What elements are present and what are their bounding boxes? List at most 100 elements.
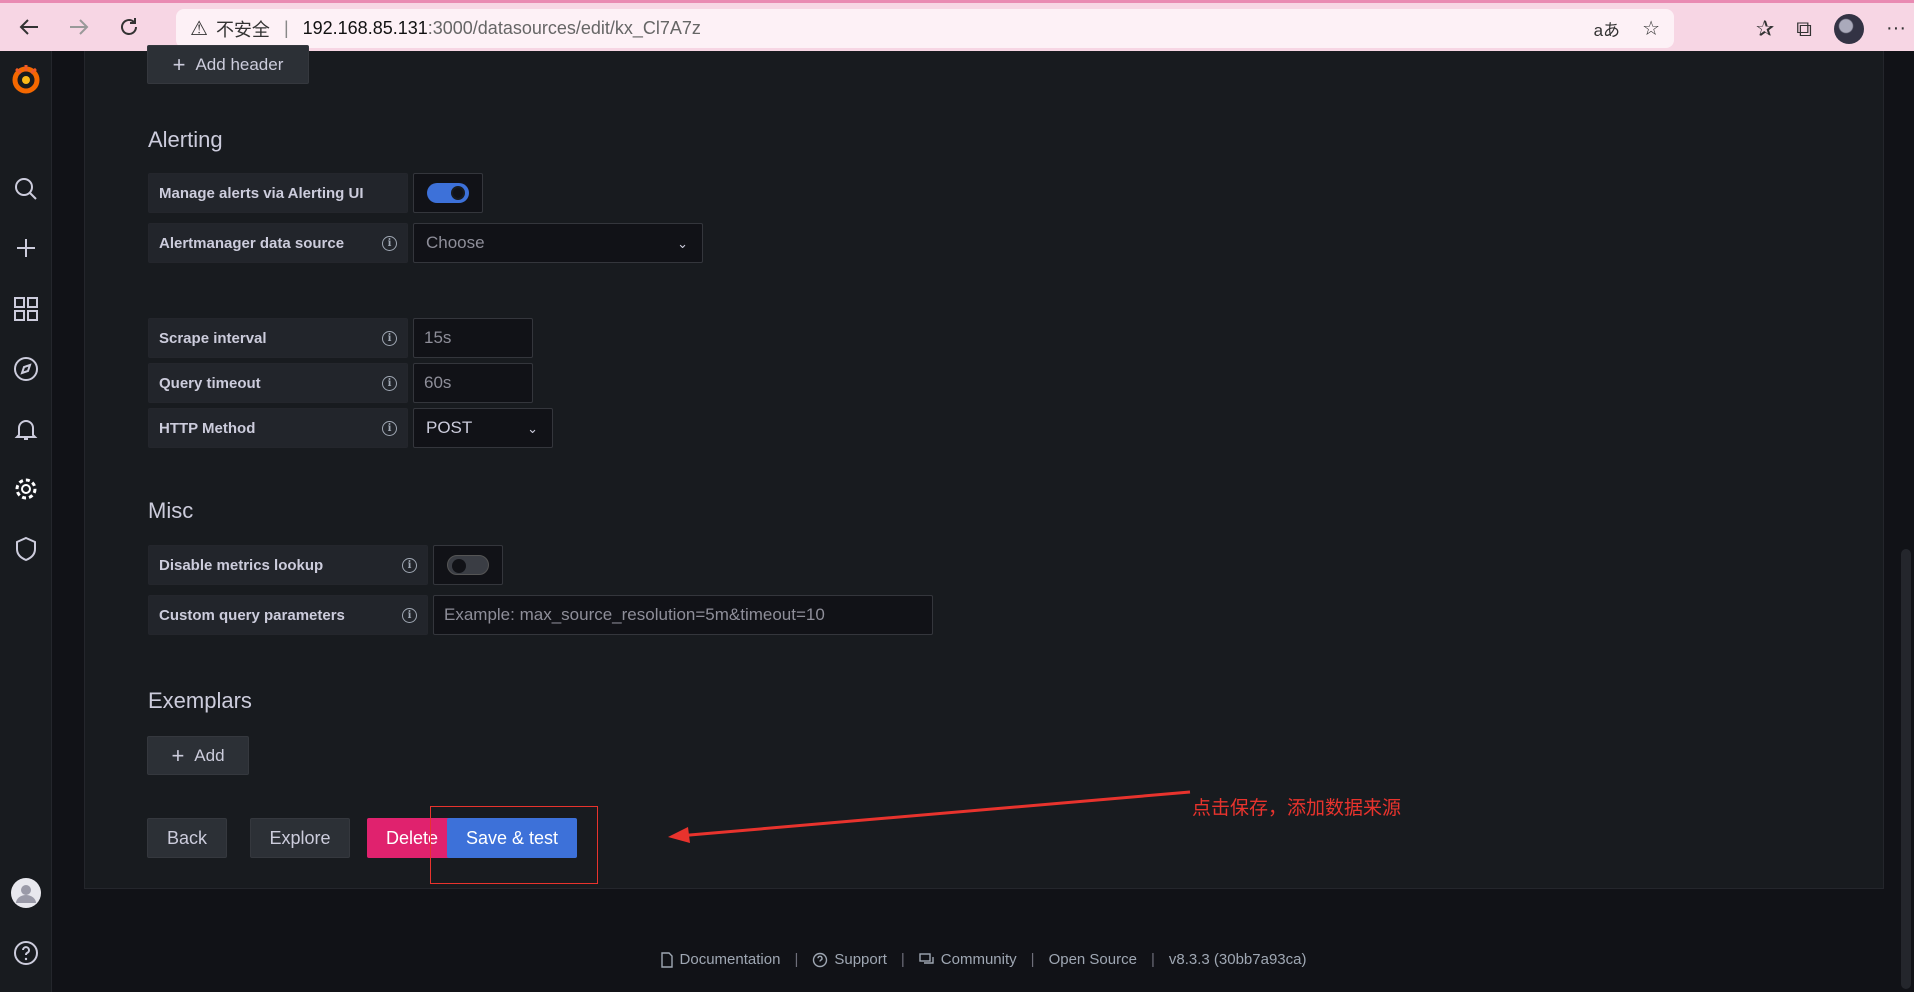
http-method-label: HTTP Method i	[148, 408, 408, 448]
documentation-link[interactable]: Documentation	[660, 951, 781, 968]
info-icon[interactable]: i	[382, 376, 397, 391]
explore-button-label: Explore	[269, 827, 331, 848]
disable-metrics-lookup-label: Disable metrics lookup i	[148, 545, 428, 585]
info-icon[interactable]: i	[402, 558, 417, 573]
plus-icon[interactable]	[0, 236, 52, 260]
disable-metrics-lookup-label-text: Disable metrics lookup	[159, 556, 324, 574]
support-link[interactable]: Support	[812, 951, 887, 968]
address-separator: |	[283, 18, 289, 38]
grafana-sidebar	[0, 51, 52, 992]
exemplars-section-title: Exemplars	[148, 688, 252, 713]
http-method-value: POST	[426, 418, 473, 437]
custom-query-parameters-input[interactable]: Example: max_source_resolution=5m&timeou…	[433, 595, 933, 635]
query-timeout-placeholder: 60s	[424, 373, 452, 392]
address-bar[interactable]: ⚠ 不安全 | 192.168.85.131:3000/datasources/…	[176, 9, 1674, 48]
collections-icon[interactable]: ⧉	[1796, 16, 1812, 42]
configuration-gear-icon[interactable]	[0, 476, 52, 502]
chevron-down-icon: ⌄	[677, 236, 688, 251]
warning-icon: ⚠	[190, 18, 208, 40]
datasource-settings-panel: + Add header Alerting Manage alerts via …	[84, 45, 1884, 889]
plus-icon: +	[171, 742, 185, 768]
query-timeout-label-text: Query timeout	[159, 374, 261, 392]
back-button-label: Back	[166, 827, 208, 848]
info-icon[interactable]: i	[382, 236, 397, 251]
footer-separator: |	[1030, 951, 1035, 968]
annotation-text: 点击保存，添加数据来源	[1192, 797, 1402, 819]
toggle-off-switch	[447, 555, 489, 575]
http-method-label-text: HTTP Method	[159, 419, 256, 437]
version-info: v8.3.3 (30bb7a93ca)	[1169, 951, 1307, 968]
alertmanager-select[interactable]: Choose ⌄	[413, 223, 703, 263]
info-icon[interactable]: i	[382, 421, 397, 436]
alertmanager-label-text: Alertmanager data source	[159, 234, 345, 252]
add-header-label: Add header	[195, 54, 284, 74]
back-button[interactable]: Back	[147, 818, 227, 858]
server-admin-shield-icon[interactable]	[0, 536, 52, 562]
annotation-highlight-box	[430, 806, 598, 884]
add-header-button[interactable]: + Add header	[147, 45, 309, 84]
open-source-link[interactable]: Open Source	[1049, 951, 1137, 968]
more-menu-icon[interactable]: ···	[1886, 17, 1906, 40]
scrape-interval-label: Scrape interval i	[148, 318, 408, 358]
refresh-icon[interactable]	[104, 5, 154, 49]
version-label: v8.3.3 (30bb7a93ca)	[1168, 951, 1307, 968]
dashboards-icon[interactable]	[0, 296, 52, 322]
add-exemplar-button[interactable]: + Add	[147, 736, 249, 775]
community-label: Community	[940, 951, 1017, 968]
explore-compass-icon[interactable]	[0, 356, 52, 382]
grafana-logo-icon[interactable]	[0, 63, 52, 95]
browser-toolbar: ⚠ 不安全 | 192.168.85.131:3000/datasources/…	[0, 0, 1914, 51]
forward-arrow-icon[interactable]	[54, 5, 104, 49]
comments-icon	[919, 952, 934, 964]
support-label: Support	[834, 951, 887, 968]
chevron-down-icon: ⌄	[527, 421, 538, 436]
http-method-select[interactable]: POST ⌄	[413, 408, 553, 448]
misc-section-title: Misc	[148, 498, 194, 523]
manage-alerts-label-text: Manage alerts via Alerting UI	[159, 184, 364, 202]
disable-metrics-lookup-toggle[interactable]	[433, 545, 503, 585]
user-avatar-icon[interactable]	[0, 878, 52, 908]
question-circle-icon	[813, 952, 828, 967]
documentation-label: Documentation	[679, 951, 781, 968]
community-link[interactable]: Community	[919, 951, 1017, 968]
footer: Documentation | Support | Community | Op…	[52, 951, 1914, 968]
document-icon	[660, 951, 673, 968]
scrape-interval-input[interactable]: 15s	[413, 318, 533, 358]
custom-query-parameters-placeholder: Example: max_source_resolution=5m&timeou…	[444, 605, 825, 624]
scrollbar-thumb[interactable]	[1901, 549, 1911, 989]
scrollbar[interactable]	[1898, 51, 1914, 992]
main-content: + Add header Alerting Manage alerts via …	[52, 45, 1914, 992]
toggle-on-switch	[427, 183, 469, 203]
manage-alerts-label: Manage alerts via Alerting UI	[148, 173, 408, 213]
alerting-section-title: Alerting	[148, 127, 223, 152]
plus-icon: +	[172, 51, 186, 77]
footer-separator: |	[794, 951, 799, 968]
custom-query-parameters-label: Custom query parameters i	[148, 595, 428, 635]
alertmanager-data-source-label: Alertmanager data source i	[148, 223, 408, 263]
manage-alerts-toggle[interactable]	[413, 173, 483, 213]
alertmanager-placeholder: Choose	[426, 233, 485, 252]
scrape-interval-placeholder: 15s	[424, 328, 452, 347]
add-favorite-icon[interactable]: ☆	[1642, 16, 1660, 41]
annotation-arrow	[668, 790, 1191, 843]
info-icon[interactable]: i	[382, 331, 397, 346]
custom-query-parameters-label-text: Custom query parameters	[159, 606, 345, 624]
insecure-label: 不安全	[215, 19, 270, 40]
profile-avatar-icon[interactable]	[1834, 13, 1865, 44]
open-source-label: Open Source	[1048, 951, 1137, 968]
help-icon[interactable]	[0, 940, 52, 966]
search-icon[interactable]	[0, 176, 52, 202]
footer-separator: |	[1150, 951, 1155, 968]
info-icon[interactable]: i	[402, 608, 417, 623]
scrape-interval-label-text: Scrape interval	[159, 329, 267, 347]
favorites-icon[interactable]: ✰	[1756, 16, 1774, 42]
query-timeout-label: Query timeout i	[148, 363, 408, 403]
add-exemplar-label: Add	[194, 745, 225, 765]
read-aloud-icon[interactable]: aあ	[1594, 16, 1620, 41]
alerting-bell-icon[interactable]	[0, 416, 52, 442]
footer-separator: |	[900, 951, 905, 968]
url-host: 192.168.85.131	[302, 18, 428, 38]
explore-button[interactable]: Explore	[250, 818, 350, 858]
back-arrow-icon[interactable]	[4, 5, 54, 49]
query-timeout-input[interactable]: 60s	[413, 363, 533, 403]
